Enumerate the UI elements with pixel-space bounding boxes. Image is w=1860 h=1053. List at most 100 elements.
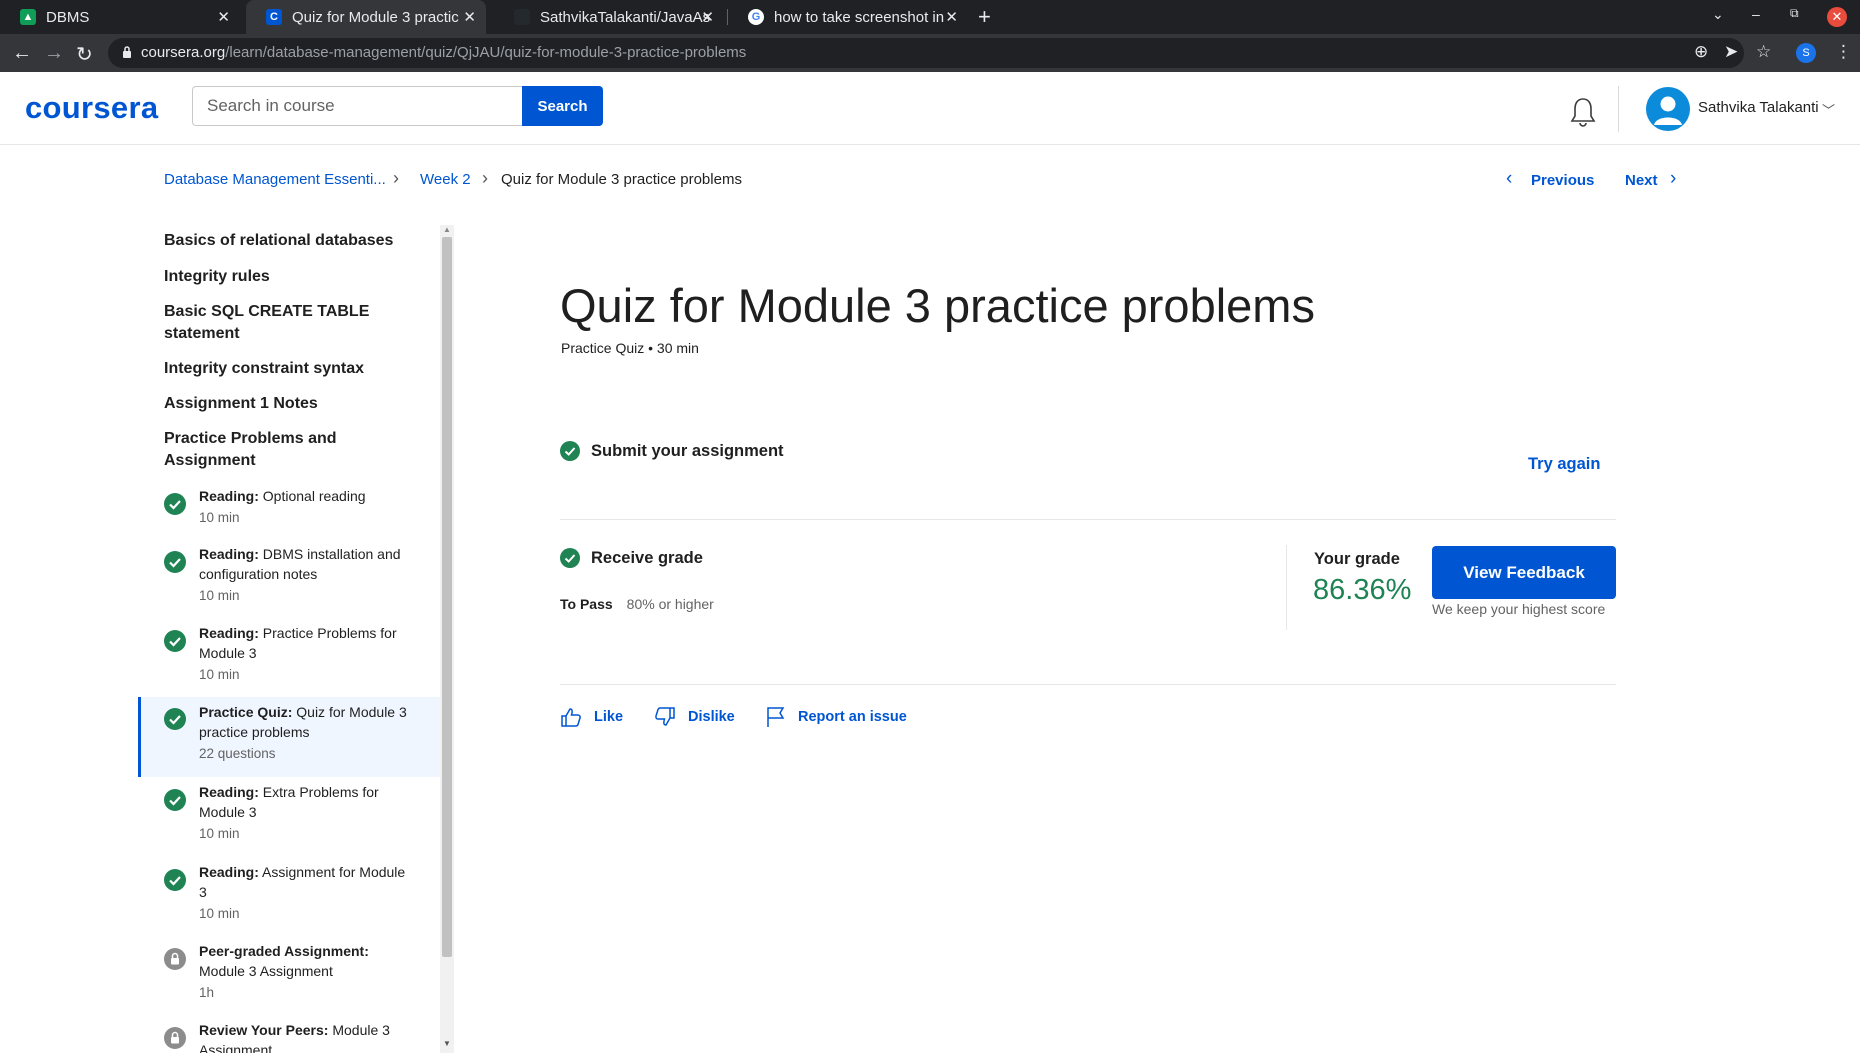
check-circle-icon — [560, 548, 580, 568]
check-circle-icon — [164, 869, 186, 891]
sidebar-item-active[interactable]: Practice Quiz: Quiz for Module 3 practic… — [138, 697, 440, 777]
sidebar-item-meta: 10 min — [199, 510, 240, 525]
chevron-left-icon[interactable]: ‹ — [1506, 168, 1512, 190]
user-name[interactable]: Sathvika Talakanti — [1698, 99, 1819, 116]
flag-icon — [767, 707, 785, 727]
sidebar-item-label: Review Your Peers: Module 3 Assignment — [199, 1022, 390, 1053]
sidebar-item[interactable]: Reading: Assignment for Module 3 10 min — [138, 862, 440, 942]
sidebar-section[interactable]: Basics of relational databases — [164, 230, 404, 252]
thumbs-up-icon — [561, 708, 581, 727]
try-again-link[interactable]: Try again — [1528, 455, 1600, 474]
profile-avatar[interactable]: S — [1796, 43, 1816, 63]
chrome-menu-icon[interactable]: ⋮ — [1835, 42, 1852, 62]
lock-icon — [164, 948, 186, 970]
send-icon[interactable]: ➤ — [1724, 42, 1738, 62]
sidebar-item-label: Reading: Assignment for Module 3 — [199, 864, 406, 900]
breadcrumb-week[interactable]: Week 2 — [420, 171, 471, 188]
breadcrumb-current: Quiz for Module 3 practice problems — [501, 171, 742, 188]
reload-icon[interactable]: ↻ — [76, 42, 93, 67]
coursera-logo[interactable]: coursera — [25, 90, 158, 126]
notification-bell-icon[interactable] — [1568, 96, 1598, 128]
sidebar-item-label: Practice Quiz: Quiz for Module 3 practic… — [199, 704, 407, 740]
sidebar-item-label: Reading: Optional reading — [199, 488, 366, 504]
receive-grade-label: Receive grade — [591, 549, 703, 567]
user-silhouette-icon — [1654, 96, 1682, 125]
sidebar-item-meta: 22 questions — [199, 746, 276, 761]
forward-icon[interactable]: → — [44, 42, 64, 65]
breadcrumb-course[interactable]: Database Management Essenti... — [164, 171, 386, 188]
check-circle-icon — [560, 441, 580, 461]
check-circle-icon — [164, 708, 186, 730]
highest-score-note: We keep your highest score — [1432, 601, 1606, 617]
like-button[interactable]: Like — [560, 706, 623, 728]
sidebar-item-label: Reading: Extra Problems for Module 3 — [199, 784, 379, 820]
zoom-icon[interactable]: ⊕ — [1694, 42, 1708, 62]
sidebar-scrollbar[interactable]: ▲ ▼ — [440, 225, 454, 1053]
google-icon: G — [748, 9, 764, 25]
grade-value: 86.36% — [1313, 574, 1412, 606]
classroom-icon: ▲ — [20, 9, 36, 25]
scroll-down-arrow-icon[interactable]: ▼ — [443, 1039, 451, 1048]
close-tab-icon[interactable]: ✕ — [217, 8, 230, 26]
sidebar-section[interactable]: Practice Problems and Assignment — [164, 428, 404, 472]
minimize-icon[interactable]: – — [1752, 6, 1760, 22]
browser-tab-dbms[interactable]: ▲ DBMS ✕ — [0, 0, 240, 34]
divider — [560, 519, 1616, 520]
browser-tab-quiz[interactable]: C Quiz for Module 3 practic ✕ — [246, 0, 486, 34]
lock-icon — [123, 46, 131, 58]
user-avatar[interactable] — [1646, 87, 1690, 131]
close-tab-icon[interactable]: ✕ — [945, 8, 958, 26]
browser-tab-google[interactable]: G how to take screenshot in ✕ — [728, 0, 968, 34]
course-outline-sidebar: Basics of relational databases Integrity… — [138, 225, 440, 1053]
sidebar-section[interactable]: Basic SQL CREATE TABLE statement — [164, 301, 404, 345]
sidebar-item[interactable]: Reading: DBMS installation and configura… — [138, 544, 440, 624]
close-tab-icon[interactable]: ✕ — [701, 8, 714, 26]
url-text[interactable]: coursera.org/learn/database-management/q… — [141, 44, 746, 61]
previous-link[interactable]: Previous — [1531, 172, 1594, 189]
bookmark-star-icon[interactable]: ☆ — [1756, 42, 1771, 62]
sidebar-item-meta: 10 min — [199, 588, 240, 603]
scroll-thumb[interactable] — [442, 237, 452, 957]
quiz-meta: Practice Quiz • 30 min — [561, 340, 699, 356]
next-link[interactable]: Next — [1625, 172, 1658, 189]
sidebar-section[interactable]: Assignment 1 Notes — [164, 393, 404, 415]
divider — [560, 684, 1616, 685]
close-tab-icon[interactable]: ✕ — [463, 8, 476, 26]
chevron-right-icon: › — [393, 168, 399, 188]
grade-divider — [1286, 545, 1287, 630]
check-circle-icon — [164, 551, 186, 573]
new-tab-icon[interactable]: + — [978, 4, 991, 30]
browser-tab-bar: ▲ DBMS ✕ C Quiz for Module 3 practic ✕ S… — [0, 0, 1860, 34]
sidebar-item[interactable]: Reading: Practice Problems for Module 3 … — [138, 623, 440, 703]
sidebar-item-label: Peer-graded Assignment: Module 3 Assignm… — [199, 943, 369, 979]
browser-tab-github[interactable]: SathvikaTalakanti/JavaAs ✕ — [494, 0, 724, 34]
check-circle-icon — [164, 493, 186, 515]
sidebar-section[interactable]: Integrity constraint syntax — [164, 358, 404, 380]
dislike-button[interactable]: Dislike — [654, 706, 735, 728]
close-window-icon[interactable]: ✕ — [1827, 7, 1847, 27]
site-header: coursera Search Sathvika Talakanti ﹀ — [0, 72, 1860, 145]
sidebar-item-meta: 10 min — [199, 826, 240, 841]
search-input[interactable] — [192, 86, 522, 126]
sidebar-section[interactable]: Integrity rules — [164, 266, 404, 288]
chevron-down-icon[interactable]: ﹀ — [1822, 100, 1835, 119]
sidebar-item-meta: 10 min — [199, 906, 240, 921]
header-divider — [1618, 86, 1619, 132]
report-issue-button[interactable]: Report an issue — [766, 706, 907, 728]
tab-search-icon[interactable]: ⌄ — [1712, 6, 1724, 23]
scroll-up-arrow-icon[interactable]: ▲ — [443, 225, 451, 234]
sidebar-item-meta: 10 min — [199, 667, 240, 682]
submit-assignment-label: Submit your assignment — [591, 442, 784, 460]
check-circle-icon — [164, 789, 186, 811]
chevron-right-icon[interactable]: › — [1670, 168, 1676, 190]
restore-icon[interactable]: ⧉ — [1790, 6, 1799, 21]
sidebar-item-label: Reading: DBMS installation and configura… — [199, 546, 401, 582]
check-circle-icon — [164, 630, 186, 652]
page-title: Quiz for Module 3 practice problems — [560, 279, 1315, 332]
sidebar-item[interactable]: Peer-graded Assignment: Module 3 Assignm… — [138, 941, 440, 1021]
view-feedback-button[interactable]: View Feedback — [1432, 546, 1616, 599]
search-button[interactable]: Search — [522, 86, 603, 126]
sidebar-item[interactable]: Reading: Extra Problems for Module 3 10 … — [138, 782, 440, 862]
sidebar-item[interactable]: Review Your Peers: Module 3 Assignment — [138, 1020, 440, 1053]
back-icon[interactable]: ← — [12, 42, 32, 65]
